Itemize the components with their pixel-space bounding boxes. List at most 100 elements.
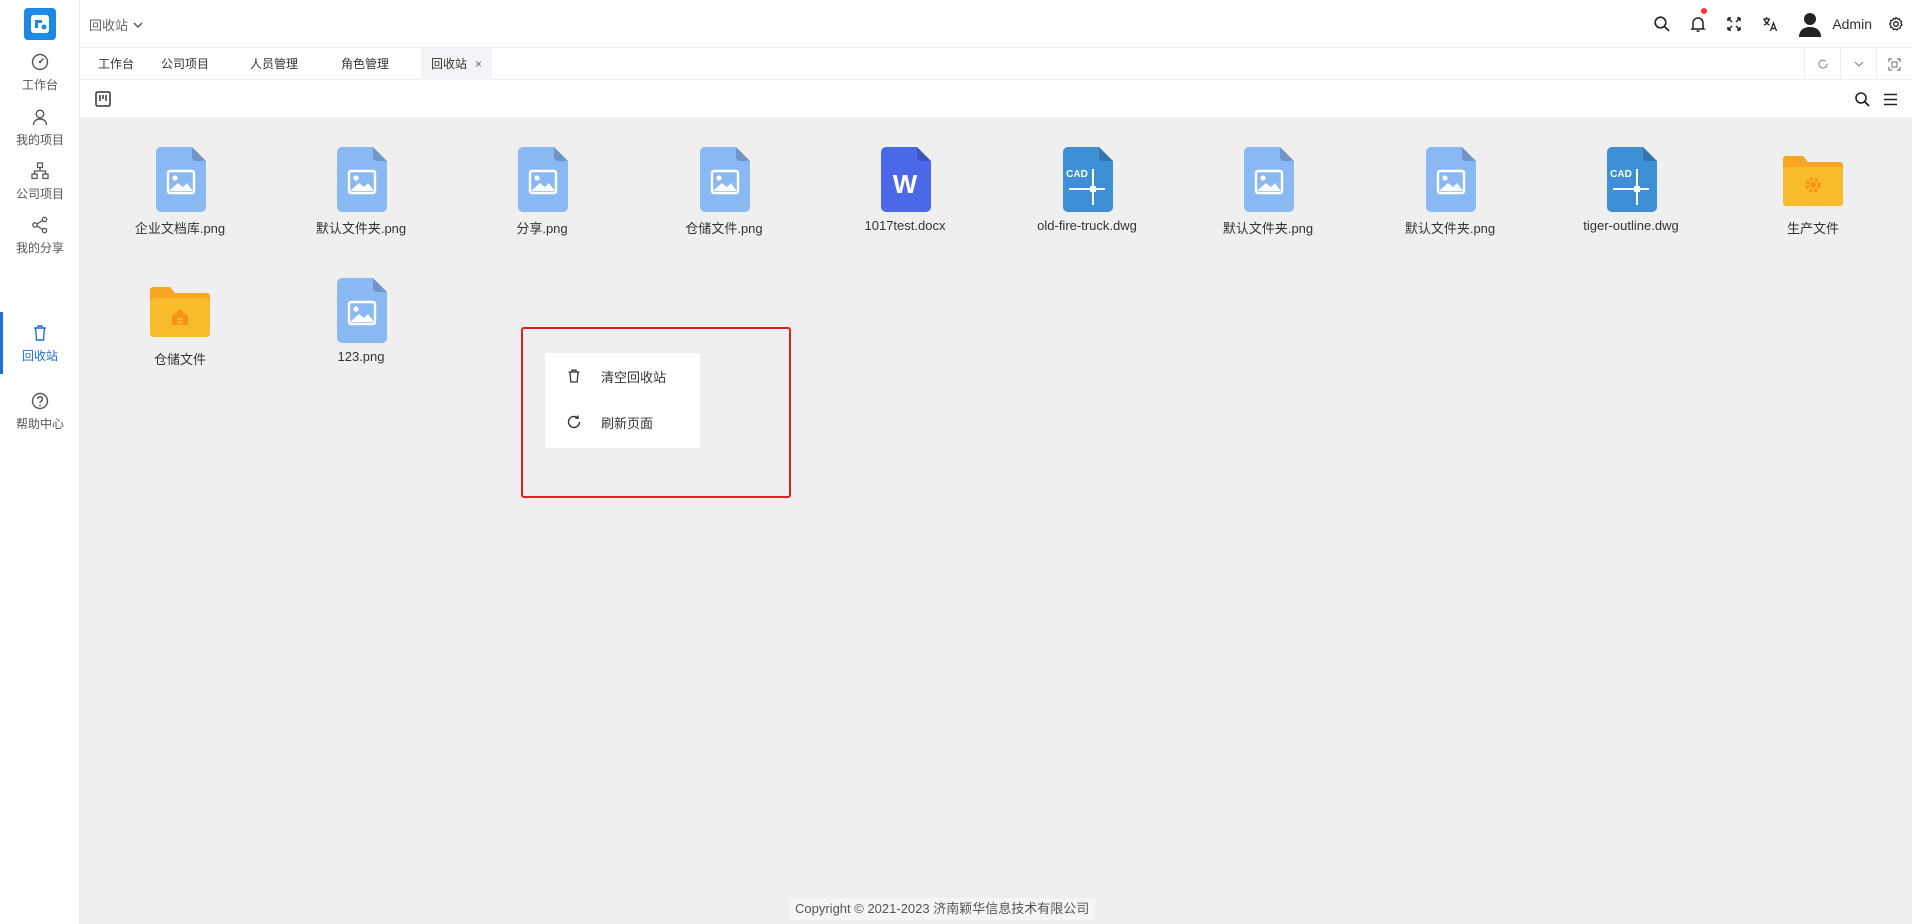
- file-name: 1017test.docx: [864, 218, 946, 233]
- trash-icon: [568, 369, 580, 383]
- file-item[interactable]: 分享.png: [472, 117, 612, 237]
- sidebar-item-label: 工作台: [21, 77, 58, 92]
- file-item[interactable]: 123.png: [291, 248, 431, 368]
- sidebar-item-label: 回收站: [21, 348, 58, 363]
- tab-bar: 工作台 公司项目 人员管理 角色管理 回收站 ×: [80, 48, 1912, 80]
- breadcrumb[interactable]: 回收站: [89, 15, 144, 34]
- file-name: 123.png: [337, 349, 385, 364]
- chevron-down-icon: [1854, 61, 1863, 67]
- file-item[interactable]: 默认文件夹.png: [1380, 117, 1520, 237]
- top-header: 回收站 Admin: [80, 0, 1912, 48]
- gear-icon: [1888, 16, 1903, 31]
- svg-text:CAD: CAD: [1610, 169, 1632, 180]
- folder-icon: [1783, 156, 1843, 206]
- refresh-tab-button[interactable]: [1804, 48, 1840, 80]
- sidebar-item-recycle-bin[interactable]: 回收站: [0, 312, 80, 374]
- board-view-icon: [95, 91, 111, 107]
- search-button[interactable]: [1644, 0, 1680, 48]
- file-item[interactable]: 生产文件: [1743, 117, 1883, 237]
- image-file-icon: [1426, 147, 1476, 212]
- file-name: 默认文件夹.png: [1222, 221, 1314, 236]
- trash-icon: [34, 324, 46, 341]
- sidebar-item-workbench[interactable]: 工作台: [0, 41, 80, 103]
- translate-icon: [1763, 17, 1778, 32]
- svg-text:W: W: [893, 169, 918, 199]
- sidebar-item-my-shares[interactable]: 我的分享: [0, 204, 80, 266]
- file-item[interactable]: W 1017test.docx: [835, 117, 975, 237]
- notification-button[interactable]: [1680, 0, 1716, 48]
- tab-label: 回收站: [431, 57, 468, 71]
- image-file-icon: [1244, 147, 1294, 212]
- sidebar-item-label: 公司项目: [15, 186, 64, 201]
- tab-label: 公司项目: [161, 57, 210, 71]
- sidebar-item-label: 帮助中心: [15, 416, 64, 431]
- refresh-page-item[interactable]: 刷新页面: [545, 402, 700, 442]
- logo-icon: [31, 15, 49, 33]
- fullscreen-button[interactable]: [1716, 0, 1752, 48]
- refresh-icon: [567, 415, 581, 429]
- avatar: [1799, 13, 1822, 37]
- word-file-icon: W: [881, 147, 931, 212]
- content-toolbar: [80, 80, 1912, 117]
- file-name: 默认文件夹.png: [1404, 221, 1496, 236]
- header-actions: Admin: [1644, 0, 1912, 48]
- file-name: 仓储文件.png: [685, 221, 763, 236]
- sidebar-item-help-center[interactable]: 帮助中心: [0, 380, 80, 442]
- tab-recycle-bin[interactable]: 回收站 ×: [421, 48, 493, 80]
- cad-file-icon: CAD: [1607, 147, 1657, 212]
- file-item[interactable]: CAD tiger-outline.dwg: [1561, 117, 1701, 237]
- sidebar-item-label: 我的分享: [15, 240, 64, 255]
- sidebar-item-my-projects[interactable]: 我的项目: [0, 96, 80, 158]
- image-file-icon: [337, 278, 387, 343]
- dashboard-icon: [31, 53, 49, 70]
- tab-role-management[interactable]: 角色管理: [331, 48, 399, 80]
- menu-button[interactable]: [1879, 88, 1901, 110]
- file-item[interactable]: CAD old-fire-truck.dwg: [1017, 117, 1157, 237]
- svg-text:CAD: CAD: [1066, 169, 1088, 180]
- folder-icon: [150, 287, 210, 337]
- tab-dropdown-button[interactable]: [1840, 48, 1876, 80]
- menu-item-label: 清空回收站: [601, 369, 667, 385]
- file-name: 默认文件夹.png: [315, 221, 407, 236]
- file-name: 企业文档库.png: [134, 221, 226, 236]
- notification-dot: [1701, 8, 1708, 14]
- file-item[interactable]: 默认文件夹.png: [291, 117, 431, 237]
- file-name: old-fire-truck.dwg: [1037, 218, 1137, 233]
- image-file-icon: [156, 147, 206, 212]
- app-logo[interactable]: [24, 8, 56, 40]
- share-icon: [32, 216, 48, 233]
- file-item[interactable]: 仓储文件: [110, 248, 250, 368]
- search-icon: [1854, 91, 1870, 107]
- tab-label: 人员管理: [250, 57, 299, 71]
- user-menu[interactable]: Admin: [1788, 11, 1880, 37]
- sidebar-item-label: 我的项目: [15, 132, 64, 147]
- tab-label: 工作台: [98, 57, 135, 71]
- file-item[interactable]: 仓储文件.png: [654, 117, 794, 237]
- bell-icon: [1690, 17, 1707, 32]
- image-file-icon: [518, 147, 568, 212]
- file-search-button[interactable]: [1851, 88, 1873, 110]
- sidebar-item-company-projects[interactable]: 公司项目: [0, 150, 80, 212]
- tab-label: 角色管理: [341, 57, 390, 71]
- tab-workbench[interactable]: 工作台: [88, 48, 144, 80]
- image-file-icon: [337, 147, 387, 212]
- menu-item-label: 刷新页面: [601, 415, 654, 431]
- file-item[interactable]: 默认文件夹.png: [1198, 117, 1338, 237]
- file-name: 仓储文件: [153, 352, 206, 367]
- file-name: 分享.png: [516, 221, 568, 236]
- tab-close-button[interactable]: ×: [475, 57, 482, 71]
- footer-copyright: Copyright © 2021-2023 济南颖华信息技术有限公司: [789, 898, 1096, 920]
- empty-recycle-bin-item[interactable]: 清空回收站: [545, 356, 700, 396]
- help-icon: [31, 392, 49, 409]
- tab-staff-management[interactable]: 人员管理: [240, 48, 308, 80]
- tab-company-projects[interactable]: 公司项目: [151, 48, 219, 80]
- sidebar: 工作台 我的项目 公司项目 我的分享 回收站 帮助中心: [0, 0, 80, 924]
- settings-button[interactable]: [1880, 0, 1912, 48]
- language-button[interactable]: [1752, 0, 1788, 48]
- maximize-content-button[interactable]: [1876, 48, 1912, 80]
- view-toggle-button[interactable]: [92, 88, 114, 110]
- cad-file-icon: CAD: [1063, 147, 1113, 212]
- maximize-icon: [1888, 57, 1901, 71]
- file-item[interactable]: 企业文档库.png: [110, 117, 250, 237]
- file-name: tiger-outline.dwg: [1583, 218, 1679, 233]
